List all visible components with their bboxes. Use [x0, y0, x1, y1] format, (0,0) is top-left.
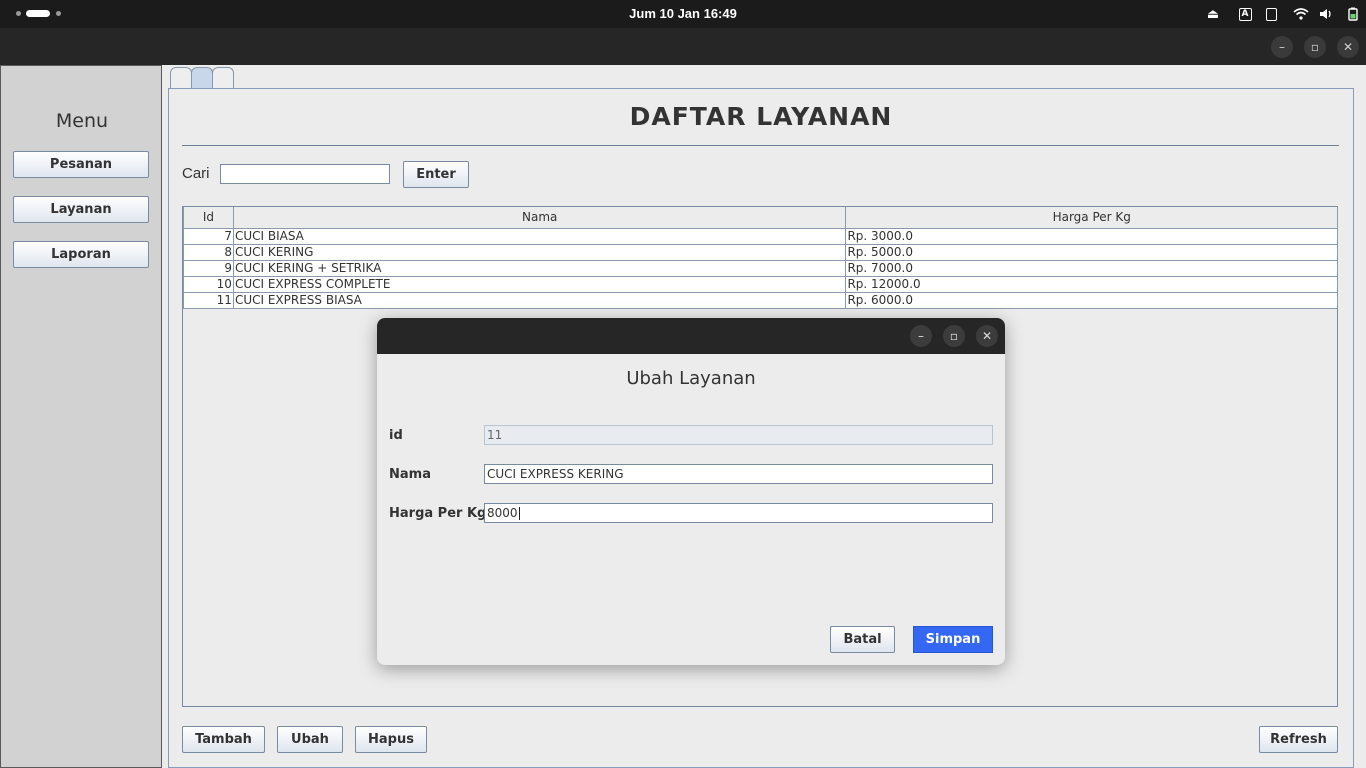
harga-field[interactable]: 8000: [484, 503, 993, 523]
search-input[interactable]: [220, 164, 390, 184]
window-titlebar[interactable]: – ▫ ✕: [0, 28, 1366, 65]
dialog-titlebar[interactable]: – ▫ ✕: [377, 318, 1005, 354]
close-icon[interactable]: ✕: [1337, 36, 1359, 58]
delete-button[interactable]: Hapus: [355, 726, 427, 753]
table-row[interactable]: 8 CUCI KERING Rp. 5000.0: [183, 243, 1338, 261]
cell-harga[interactable]: Rp. 7000.0: [845, 259, 1338, 277]
cell-nama[interactable]: CUCI KERING + SETRIKA: [232, 259, 847, 277]
menu-button-pesanan[interactable]: Pesanan: [13, 151, 149, 178]
minimize-icon[interactable]: –: [1271, 36, 1293, 58]
search-enter-button[interactable]: Enter: [403, 161, 469, 188]
tab-3[interactable]: [212, 67, 234, 89]
cell-id[interactable]: 7: [183, 227, 234, 245]
save-button[interactable]: Simpan: [913, 626, 993, 653]
cell-harga[interactable]: Rp. 12000.0: [845, 275, 1338, 293]
page-title: DAFTAR LAYANAN: [629, 102, 893, 131]
cell-harga[interactable]: Rp. 3000.0: [845, 227, 1338, 245]
nama-label: Nama: [389, 467, 431, 482]
harga-field-value: 8000: [487, 506, 518, 520]
cell-id[interactable]: 8: [183, 243, 234, 261]
cell-harga[interactable]: Rp. 6000.0: [845, 291, 1338, 309]
edit-service-dialog: – ▫ ✕ Ubah Layanan id 11 Nama CUCI EXPRE…: [377, 318, 1005, 665]
column-header-harga[interactable]: Harga Per Kg: [845, 207, 1338, 229]
cancel-button[interactable]: Batal: [830, 626, 895, 653]
search-label: Cari: [182, 165, 210, 182]
dialog-maximize-icon[interactable]: ▫: [943, 325, 965, 347]
table-row[interactable]: 9 CUCI KERING + SETRIKA Rp. 7000.0: [183, 259, 1338, 277]
keyboard-layout-icon[interactable]: A: [1237, 6, 1253, 22]
menu-button-layanan[interactable]: Layanan: [13, 196, 149, 223]
cell-nama[interactable]: CUCI EXPRESS BIASA: [232, 291, 847, 309]
cell-nama[interactable]: CUCI EXPRESS COMPLETE: [232, 275, 847, 293]
table-row[interactable]: 10 CUCI EXPRESS COMPLETE Rp. 12000.0: [183, 275, 1338, 293]
table-row[interactable]: 11 CUCI EXPRESS BIASA Rp. 6000.0: [183, 291, 1338, 309]
dialog-minimize-icon[interactable]: –: [910, 325, 932, 347]
nama-field[interactable]: CUCI EXPRESS KERING: [484, 464, 993, 484]
edit-button[interactable]: Ubah: [277, 726, 343, 753]
cell-nama[interactable]: CUCI BIASA: [232, 227, 847, 245]
id-field: 11: [484, 425, 993, 445]
title-separator: [182, 145, 1339, 146]
harga-label: Harga Per Kg: [389, 506, 487, 521]
cell-id[interactable]: 10: [183, 275, 234, 293]
clock[interactable]: Jum 10 Jan 16:49: [0, 6, 1366, 21]
table-row[interactable]: 7 CUCI BIASA Rp. 3000.0: [183, 227, 1338, 245]
menu-title: Menu: [55, 110, 109, 132]
clipboard-icon[interactable]: [1263, 6, 1279, 22]
tab-2[interactable]: [191, 67, 213, 89]
battery-icon[interactable]: [1345, 6, 1361, 22]
tab-1[interactable]: [170, 67, 192, 89]
add-button[interactable]: Tambah: [182, 726, 265, 753]
table-header-row: Id Nama Harga Per Kg: [183, 207, 1338, 229]
text-caret: [518, 507, 520, 520]
volume-icon[interactable]: [1318, 6, 1334, 22]
cell-harga[interactable]: Rp. 5000.0: [845, 243, 1338, 261]
eject-icon[interactable]: ⏏: [1205, 6, 1221, 22]
maximize-icon[interactable]: ▫: [1304, 36, 1326, 58]
id-label: id: [389, 428, 403, 443]
system-top-bar: Jum 10 Jan 16:49 ⏏ A: [0, 0, 1366, 28]
column-header-id[interactable]: Id: [183, 207, 234, 229]
dialog-close-icon[interactable]: ✕: [976, 325, 998, 347]
cell-nama[interactable]: CUCI KERING: [232, 243, 847, 261]
column-header-nama[interactable]: Nama: [232, 207, 847, 229]
cell-id[interactable]: 9: [183, 259, 234, 277]
refresh-button[interactable]: Refresh: [1259, 726, 1338, 753]
cell-id[interactable]: 11: [183, 291, 234, 309]
menu-button-laporan[interactable]: Laporan: [13, 241, 149, 268]
dialog-heading: Ubah Layanan: [626, 368, 756, 389]
wifi-icon[interactable]: [1292, 6, 1310, 22]
